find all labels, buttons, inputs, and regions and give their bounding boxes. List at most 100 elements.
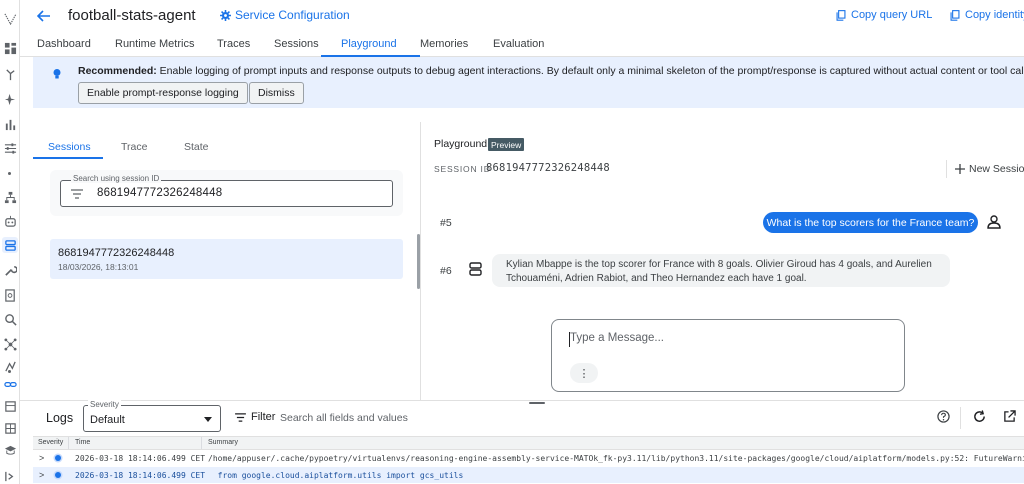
- document-search-icon[interactable]: [2, 287, 18, 303]
- page-title: football-stats-agent: [68, 7, 196, 24]
- severity-value: Default: [90, 414, 125, 426]
- storage-icon[interactable]: [2, 398, 18, 414]
- open-in-new-icon[interactable]: [1003, 410, 1016, 423]
- filter-list-icon: [71, 189, 83, 199]
- severity-select[interactable]: Severity Default: [83, 400, 221, 432]
- log-row[interactable]: > 2026-03-18 18:14:06.499 CET from googl…: [33, 467, 1024, 483]
- dashboard-icon[interactable]: [2, 40, 18, 56]
- network-icon[interactable]: [2, 336, 18, 352]
- copy-icon: [836, 9, 846, 21]
- drag-handle-icon[interactable]: [529, 402, 545, 404]
- tab-traces[interactable]: Traces: [217, 38, 250, 50]
- log-row[interactable]: > 2026-03-18 18:14:06.499 CET /home/appu…: [33, 450, 1024, 466]
- log-time: 2026-03-18 18:14:06.499 CET: [75, 454, 206, 463]
- rail-separator-dot: [8, 370, 11, 373]
- column-divider: [68, 437, 69, 449]
- search-icon[interactable]: [2, 311, 18, 327]
- filter-label: Filter: [251, 411, 276, 423]
- bar-chart-icon[interactable]: [2, 116, 18, 132]
- left-panel-active-indicator: [33, 157, 103, 159]
- tab-dashboard[interactable]: Dashboard: [37, 38, 91, 50]
- more-options-button[interactable]: ⋮: [570, 363, 598, 383]
- tab-bar: Dashboard Runtime Metrics Traces Session…: [20, 32, 1024, 57]
- copy-query-url-label: Copy query URL: [851, 9, 933, 21]
- column-severity[interactable]: Severity: [38, 439, 63, 446]
- bot-icon[interactable]: [2, 213, 18, 229]
- expand-chevron-icon[interactable]: >: [39, 470, 44, 480]
- refresh-icon[interactable]: [973, 410, 986, 423]
- left-panel-tabs: Sessions Trace State: [33, 136, 419, 160]
- column-summary[interactable]: Summary: [208, 439, 238, 446]
- session-search-container: Search using session ID 8681947772326248…: [50, 170, 403, 216]
- expand-rail-icon[interactable]: [2, 468, 18, 484]
- user-message-bubble: What is the top scorers for the France t…: [763, 212, 978, 233]
- session-item-datetime: 18/03/2026, 18:13:01: [58, 262, 139, 272]
- rail-separator-dot: [8, 172, 11, 175]
- session-item-id: 8681947772326248448: [58, 247, 175, 259]
- panel-divider[interactable]: [420, 122, 421, 400]
- severity-default-icon: [55, 472, 61, 478]
- logs-splitter[interactable]: [20, 400, 1024, 401]
- app-root: football-stats-agent Service Configurati…: [0, 0, 1024, 484]
- logs-title: Logs: [46, 411, 74, 425]
- agent-message-bubble: Kylian Mbappe is the top scorer for Fran…: [492, 254, 950, 287]
- tab-state-panel[interactable]: State: [184, 141, 209, 153]
- tab-trace-panel[interactable]: Trace: [121, 141, 147, 153]
- tab-sessions-panel[interactable]: Sessions: [48, 141, 91, 153]
- session-search-label: Search using session ID: [71, 174, 162, 183]
- copy-identity-button[interactable]: Copy identity: [950, 9, 1024, 21]
- hierarchy-icon[interactable]: [2, 189, 18, 205]
- log-summary: from google.cloud.aiplatform.utils impor…: [208, 471, 464, 480]
- turn-number: #6: [440, 265, 452, 277]
- session-list-item[interactable]: 8681947772326248448 18/03/2026, 18:13:01: [50, 239, 403, 279]
- agent-engine-icon[interactable]: [2, 237, 18, 253]
- preview-badge: Preview: [488, 138, 525, 151]
- plus-icon: [955, 164, 965, 174]
- session-id-label: SESSION ID: [434, 164, 491, 174]
- sparkle-icon[interactable]: [2, 91, 18, 107]
- service-configuration-link[interactable]: Service Configuration: [220, 8, 350, 22]
- model-garden-icon[interactable]: [2, 66, 18, 82]
- message-composer[interactable]: Type a Message... ⋮: [551, 319, 905, 392]
- banner-bold: Recommended:: [78, 65, 157, 77]
- dismiss-button[interactable]: Dismiss: [249, 82, 304, 104]
- new-session-button[interactable]: New Session: [946, 160, 1024, 178]
- back-arrow-icon[interactable]: [34, 6, 54, 26]
- log-summary: /home/appuser/.cache/pypoetry/virtualenv…: [208, 454, 1024, 463]
- help-icon[interactable]: [937, 410, 950, 423]
- copy-icon: [950, 9, 960, 21]
- toolbar-divider: [960, 407, 961, 429]
- banner-message: Enable logging of prompt inputs and resp…: [156, 65, 1024, 77]
- session-id-value: 8681947772326248448: [486, 162, 610, 174]
- column-time[interactable]: Time: [75, 439, 90, 446]
- severity-label: Severity: [88, 400, 121, 409]
- page-header: football-stats-agent Service Configurati…: [20, 0, 1024, 32]
- tab-evaluation[interactable]: Evaluation: [493, 38, 544, 50]
- composer-placeholder[interactable]: Type a Message...: [570, 332, 664, 344]
- tab-memories[interactable]: Memories: [420, 38, 468, 50]
- session-search-input[interactable]: Search using session ID 8681947772326248…: [60, 174, 393, 207]
- tab-playground[interactable]: Playground: [341, 38, 397, 50]
- school-icon[interactable]: [2, 442, 18, 458]
- tune-icon[interactable]: [2, 140, 18, 156]
- logs-search-input[interactable]: Search all fields and values: [280, 412, 408, 424]
- severity-default-icon: [55, 455, 61, 461]
- vertex-logo-icon[interactable]: [2, 10, 18, 26]
- left-rail: [0, 0, 20, 484]
- tab-runtime-metrics[interactable]: Runtime Metrics: [115, 38, 194, 50]
- log-time: 2026-03-18 18:14:06.499 CET: [75, 471, 206, 480]
- gear-icon: [220, 9, 231, 21]
- wrench-icon[interactable]: [2, 262, 18, 278]
- link-icon[interactable]: [2, 376, 18, 392]
- table-icon[interactable]: [2, 420, 18, 436]
- logs-column-header: Severity Time Summary: [33, 436, 1024, 450]
- playground-title: Playground: [434, 138, 488, 150]
- enable-prompt-response-logging-button[interactable]: Enable prompt-response logging: [78, 82, 248, 104]
- lightbulb-icon: [53, 69, 61, 79]
- copy-query-url-button[interactable]: Copy query URL: [836, 9, 932, 21]
- expand-chevron-icon[interactable]: >: [39, 453, 44, 463]
- filter-button[interactable]: Filter: [235, 411, 275, 423]
- new-session-label: New Session: [969, 163, 1024, 175]
- session-search-value: 8681947772326248448: [97, 187, 223, 199]
- tab-sessions[interactable]: Sessions: [274, 38, 319, 50]
